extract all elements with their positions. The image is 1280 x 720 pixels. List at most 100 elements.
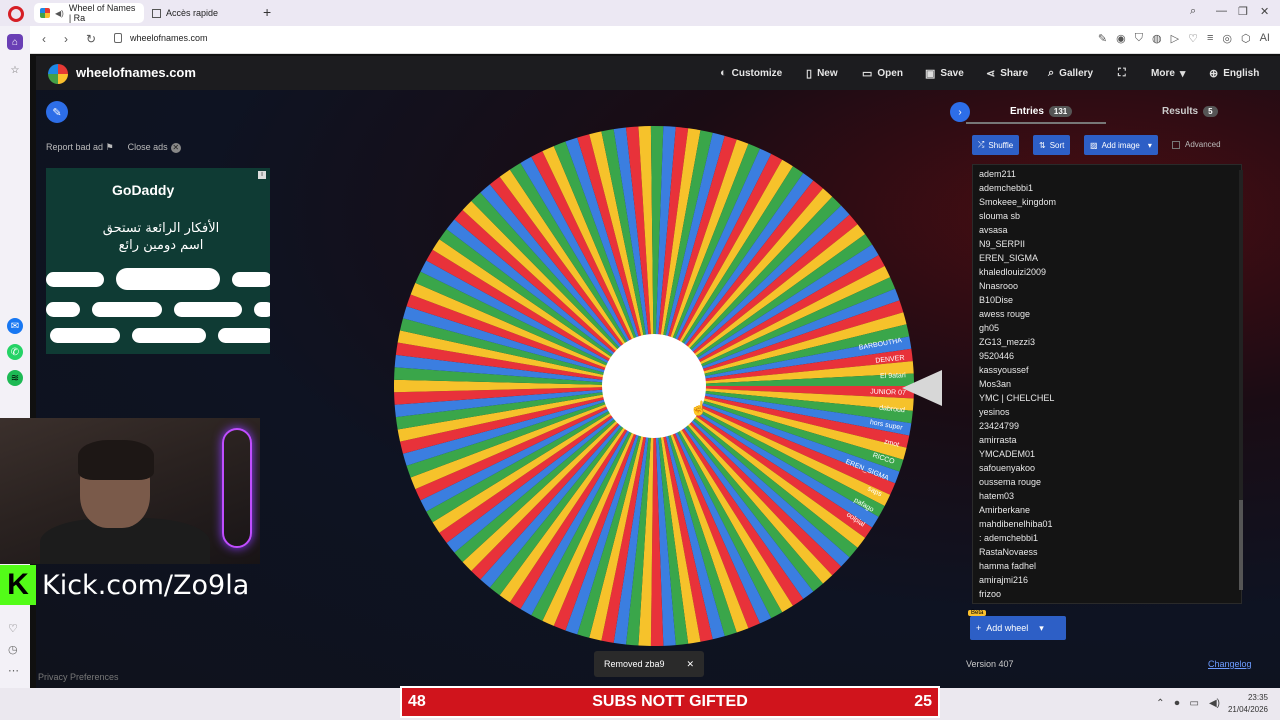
wheel-logo-icon[interactable]	[48, 64, 68, 84]
site-brand[interactable]: wheelofnames.com	[76, 65, 196, 80]
entry-item[interactable]: yesinos	[979, 405, 1241, 419]
entry-item[interactable]: adem211	[979, 167, 1241, 181]
entry-item[interactable]: ZG13_mezzi3	[979, 335, 1241, 349]
profile-icon[interactable]: ◎	[1222, 32, 1232, 45]
tab-acces-rapide[interactable]: Accès rapide	[146, 3, 256, 23]
whatsapp-icon[interactable]: ✆	[7, 344, 23, 360]
taskbar-clock[interactable]: 23:35 21/04/2026	[1228, 692, 1268, 716]
customize-button[interactable]: ◐ Customize	[720, 67, 782, 79]
entry-item[interactable]: hatem03	[979, 489, 1241, 503]
ai-button[interactable]: AI	[1260, 32, 1270, 45]
entry-item[interactable]: Mos3an	[979, 377, 1241, 391]
entry-item[interactable]: amirrasta	[979, 433, 1241, 447]
entry-item[interactable]: Amirberkane	[979, 503, 1241, 517]
privacy-preferences-link[interactable]: Privacy Preferences	[38, 672, 119, 682]
entry-item[interactable]: oussema rouge	[979, 475, 1241, 489]
sort-button[interactable]: ⇅ Sort	[1033, 135, 1071, 155]
save-button[interactable]: ▣ Save	[925, 67, 964, 80]
entry-item[interactable]: : ademchebbi1	[979, 531, 1241, 545]
entry-item[interactable]: safouenyakoo	[979, 461, 1241, 475]
more-button[interactable]: More ▾	[1151, 67, 1185, 80]
back-button[interactable]: ‹	[42, 32, 46, 46]
entry-item[interactable]: YMCADEM01	[979, 447, 1241, 461]
share-button[interactable]: ⋖ Share	[986, 67, 1028, 80]
opera-logo-icon[interactable]	[8, 6, 24, 22]
collapse-panel-button[interactable]: ›	[950, 102, 970, 122]
entry-item[interactable]: RastaNovaess	[979, 545, 1241, 559]
entry-item[interactable]: hamma fadhel	[979, 559, 1241, 573]
wheel-center-button[interactable]	[602, 334, 706, 438]
entry-item[interactable]: khaledlouizi2009	[979, 265, 1241, 279]
entry-item[interactable]: Nnasrooo	[979, 279, 1241, 293]
checkbox-box[interactable]	[1172, 140, 1180, 149]
spotify-icon[interactable]: ≋	[7, 370, 23, 386]
reload-button[interactable]: ↻	[86, 32, 96, 46]
entry-item[interactable]: B10Dise	[979, 293, 1241, 307]
ad-info-icon[interactable]: i	[258, 171, 266, 179]
add-image-button[interactable]: ▨ Add image ▾	[1084, 135, 1158, 155]
entry-item[interactable]: mahdibenelhiba01	[979, 517, 1241, 531]
language-button[interactable]: ⊕ English	[1209, 67, 1259, 80]
tab-results[interactable]: Results 5	[1162, 106, 1218, 117]
entries-scrollbar[interactable]	[1239, 170, 1243, 590]
open-button[interactable]: ▭ Open	[862, 67, 903, 80]
menu-icon[interactable]: ≡	[1207, 32, 1213, 45]
close-window-button[interactable]: ✕	[1260, 5, 1269, 18]
gallery-button[interactable]: ⌕ Gallery	[1048, 67, 1093, 80]
heart-icon[interactable]: ♡	[8, 622, 18, 635]
messenger-icon[interactable]: ✉	[7, 318, 23, 334]
close-icon[interactable]: ✕	[686, 659, 694, 670]
advanced-checkbox[interactable]: Advanced	[1172, 140, 1221, 149]
star-icon[interactable]: ☆	[7, 62, 23, 78]
minimize-button[interactable]: —	[1216, 5, 1227, 17]
entry-item[interactable]: 23424799	[979, 419, 1241, 433]
entry-item[interactable]: avsasa	[979, 223, 1241, 237]
entry-item[interactable]: gh05	[979, 321, 1241, 335]
url-field[interactable]: wheelofnames.com	[130, 33, 208, 43]
play-icon[interactable]: ▷	[1171, 32, 1179, 45]
entry-item[interactable]: frizoo	[979, 587, 1241, 601]
report-bad-ad-link[interactable]: Report bad ad ⚑	[46, 142, 114, 153]
history-icon[interactable]: ◷	[8, 643, 18, 656]
entry-item[interactable]: slouma sb	[979, 209, 1241, 223]
shuffle-button[interactable]: ⤮ Shuffle	[972, 135, 1020, 155]
chevron-up-icon[interactable]: ⌃	[1156, 698, 1164, 709]
entry-item[interactable]: EREN_SIGMA	[979, 251, 1241, 265]
restore-button[interactable]: ❐	[1238, 5, 1248, 18]
godaddy-ad[interactable]: i GoDaddy الأفكار الرائعة تستحق اسم دومي…	[46, 168, 270, 354]
forward-button[interactable]: ›	[64, 32, 68, 46]
entry-item[interactable]: ademchebbi1	[979, 181, 1241, 195]
changelog-link[interactable]: Changelog	[1208, 659, 1252, 669]
spinning-wheel[interactable]: BARBOUTHA DENVER El 9atari JUNIOR 07 dabroud…	[392, 124, 916, 648]
entries-textarea[interactable]: adem211 ademchebbi1 Smokeee_kingdom slouma …	[972, 164, 1242, 604]
entry-item[interactable]: 9520446	[979, 349, 1241, 363]
tab-wheel-of-names[interactable]: ◀) Wheel of Names | Ra	[34, 3, 144, 23]
camera-icon[interactable]: ◉	[1116, 32, 1126, 45]
add-wheel-button[interactable]: + Add wheel ▾	[970, 616, 1066, 640]
speaker-icon[interactable]: ◀)	[55, 9, 64, 18]
vpn-icon[interactable]: ◍	[1152, 32, 1162, 45]
entry-item[interactable]: amirajmi216	[979, 573, 1241, 587]
lock-icon[interactable]	[114, 33, 122, 43]
entry-item[interactable]: awess rouge	[979, 307, 1241, 321]
wheel-graphic[interactable]: BARBOUTHADENVEREl 9atariJUNIOR 07dabroud…	[392, 124, 916, 648]
edit-title-button[interactable]: ✎	[46, 101, 68, 123]
heart-icon[interactable]: ♡	[1188, 32, 1198, 45]
mic-icon[interactable]: ⏺	[1175, 698, 1180, 709]
fullscreen-button[interactable]: ⛶	[1118, 67, 1126, 80]
home-icon[interactable]: ⌂	[7, 34, 23, 50]
search-icon[interactable]: ⌕	[1190, 5, 1196, 18]
tab-entries[interactable]: Entries 131	[1010, 106, 1073, 117]
new-button[interactable]: ▯ New	[806, 67, 838, 80]
entry-item[interactable]: YMC | CHELCHEL	[979, 391, 1241, 405]
edit-icon[interactable]: ✎	[1098, 32, 1107, 45]
entry-item[interactable]: N9_SERPII	[979, 237, 1241, 251]
entry-item[interactable]: kassyoussef	[979, 363, 1241, 377]
scrollbar-thumb[interactable]	[1239, 500, 1243, 590]
close-ads-link[interactable]: Close ads ✕	[128, 142, 181, 153]
entry-item[interactable]: Smokeee_kingdom	[979, 195, 1241, 209]
extensions-icon[interactable]: ⬡	[1241, 32, 1251, 45]
shield-icon[interactable]: ⛉	[1135, 32, 1143, 45]
volume-icon[interactable]: ◀)	[1209, 698, 1220, 709]
monitor-icon[interactable]: ▭	[1190, 698, 1199, 709]
